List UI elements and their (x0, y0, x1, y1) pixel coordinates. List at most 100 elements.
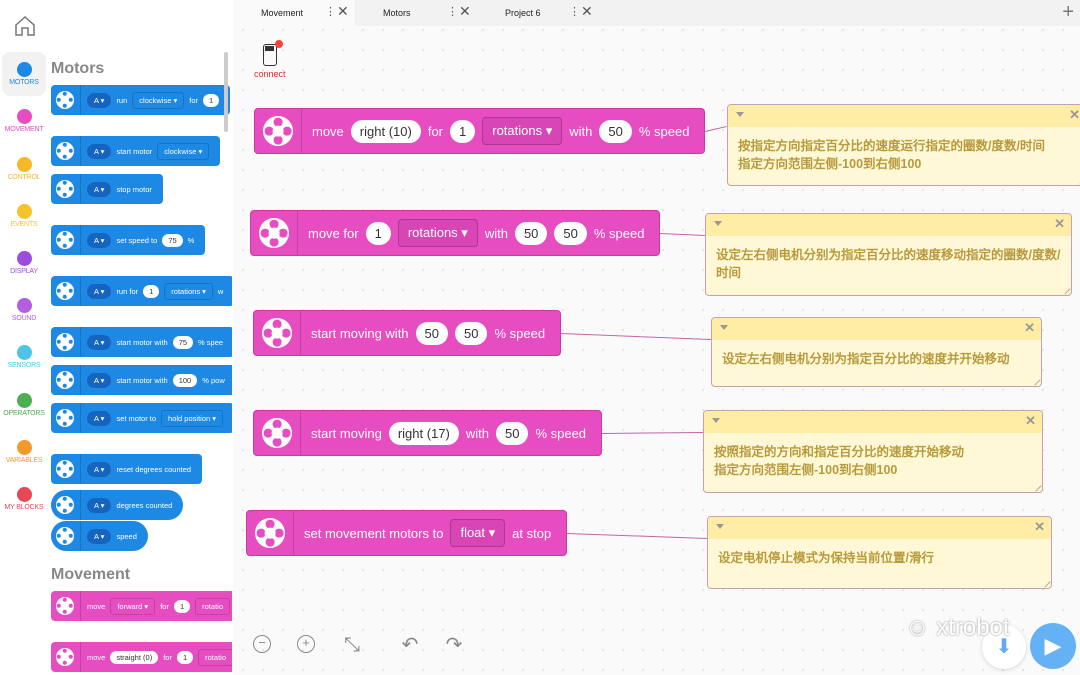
zoom-out-button[interactable]: − (252, 634, 276, 658)
value-field[interactable]: 1 (143, 284, 160, 298)
fit-button[interactable]: ⤡ (340, 634, 364, 658)
tab-project-6[interactable]: Project 6 ⋮ ✕ (477, 0, 599, 26)
tab-motors[interactable]: Motors ⋮ ✕ (355, 0, 477, 26)
dropdown-field[interactable]: rotatio (195, 597, 230, 615)
close-icon[interactable]: ✕ (581, 3, 593, 20)
close-comment-icon[interactable]: ✕ (1069, 107, 1080, 123)
palette-block-motor[interactable]: A ▾ reset degrees counted (51, 454, 203, 484)
value-field[interactable]: 50 (599, 119, 632, 143)
block-comment[interactable]: ✕ 设定左右侧电机分别为指定百分比的速度并开始移动 (711, 317, 1042, 387)
port-dropdown[interactable]: A ▾ (87, 283, 112, 299)
value-field[interactable]: 1 (176, 650, 194, 664)
value-field[interactable]: 1 (203, 93, 220, 107)
value-field[interactable]: 1 (365, 221, 391, 245)
port-dropdown[interactable]: A ▾ (87, 497, 112, 513)
add-tab-button[interactable]: + (1062, 1, 1074, 24)
collapse-comment-icon[interactable] (720, 325, 728, 330)
movement-block[interactable]: move right (10) for 1 rotations ▾ with 50 % spe… (254, 108, 706, 154)
category-events[interactable]: EVENTS (2, 194, 46, 238)
comment-text[interactable]: 按指定方向指定百分比的速度运行指定的圈数/度数/时间 指定方向范围左侧-100到… (728, 127, 1080, 183)
category-control[interactable]: CONTROL (2, 147, 46, 191)
movement-block[interactable]: move for 1 rotations ▾ with 50 50 % speed (250, 210, 661, 256)
category-display[interactable]: DISPLAY (2, 241, 46, 285)
palette-block-reporter[interactable]: A ▾ speed (51, 521, 148, 551)
value-field[interactable]: straight (0) (110, 650, 159, 664)
dropdown-field[interactable]: float ▾ (450, 519, 506, 547)
connect-button[interactable]: connect (254, 40, 286, 79)
value-field[interactable]: 75 (162, 233, 183, 247)
close-comment-icon[interactable]: ✕ (1054, 216, 1065, 232)
port-dropdown[interactable]: A ▾ (87, 181, 112, 197)
palette-block-motor[interactable]: A ▾ run for 1 rotations ▾ w (51, 276, 232, 306)
palette-block-reporter[interactable]: A ▾ degrees counted (51, 490, 184, 520)
port-dropdown[interactable]: A ▾ (87, 372, 112, 388)
palette-block-motor[interactable]: A ▾ start motor with 100 % pow (51, 365, 232, 395)
category-variables[interactable]: VARIABLES (2, 430, 46, 474)
palette-block-motor[interactable]: A ▾ start motor clockwise ▾ (51, 136, 221, 166)
comment-text[interactable]: 设定电机停止模式为保持当前位置/滑行 (708, 539, 1051, 577)
port-dropdown[interactable]: A ▾ (87, 143, 112, 159)
port-dropdown[interactable]: A ▾ (87, 410, 112, 426)
movement-block[interactable]: start moving with 50 50 % speed (253, 310, 562, 356)
category-my-blocks[interactable]: MY BLOCKS (2, 477, 46, 521)
dropdown-field[interactable]: rotations ▾ (164, 282, 213, 300)
collapse-comment-icon[interactable] (712, 418, 720, 423)
palette-block-motor[interactable]: A ▾ set motor to hold position ▾ (51, 403, 232, 433)
block-comment[interactable]: ✕ 按照指定的方向和指定百分比的速度开始移动 指定方向范围左侧-100到右侧100 (703, 410, 1043, 493)
dropdown-field[interactable]: rotations ▾ (482, 117, 563, 145)
collapse-comment-icon[interactable] (716, 524, 724, 529)
comment-text[interactable]: 设定左右侧电机分别为指定百分比的速度移动指定的圈数/度数/时间 (706, 236, 1071, 292)
port-dropdown[interactable]: A ▾ (87, 528, 112, 544)
port-dropdown[interactable]: A ▾ (87, 92, 112, 108)
zoom-in-button[interactable]: + (296, 634, 320, 658)
value-field[interactable]: 50 (455, 321, 488, 345)
close-icon[interactable]: ✕ (337, 3, 349, 20)
dropdown-field[interactable]: clockwise ▾ (157, 142, 210, 160)
palette-block-motor[interactable]: A ▾ stop motor (51, 174, 163, 204)
value-field[interactable]: 50 (415, 321, 449, 345)
value-field[interactable]: 50 (554, 221, 587, 245)
category-sound[interactable]: SOUND (2, 288, 46, 332)
block-comment[interactable]: ✕ 设定电机停止模式为保持当前位置/滑行 (707, 516, 1052, 589)
redo-button[interactable]: ↷ (442, 634, 466, 658)
palette-block-motor[interactable]: A ▾ start motor with 75 % spee (51, 327, 232, 357)
collapse-comment-icon[interactable] (736, 112, 744, 117)
tab-menu-icon[interactable]: ⋮ (569, 5, 580, 18)
category-movement[interactable]: MOVEMENT (2, 99, 46, 143)
home-icon[interactable] (13, 14, 37, 38)
category-motors[interactable]: MOTORS (2, 52, 46, 96)
tab-menu-icon[interactable]: ⋮ (325, 5, 336, 18)
close-icon[interactable]: ✕ (459, 3, 471, 20)
port-dropdown[interactable]: A ▾ (87, 461, 112, 477)
port-dropdown[interactable]: A ▾ (87, 334, 112, 350)
value-field[interactable]: right (10) (350, 119, 421, 143)
comment-text[interactable]: 设定左右侧电机分别为指定百分比的速度并开始移动 (712, 340, 1041, 378)
palette-block-motor[interactable]: A ▾ set speed to 75% (51, 225, 206, 255)
value-field[interactable]: 100 (172, 373, 198, 387)
tab-movement[interactable]: Movement ⋮ ✕ (233, 0, 355, 26)
dropdown-field[interactable]: clockwise ▾ (132, 91, 185, 109)
palette-block-motor[interactable]: A ▾ run clockwise ▾ for 1 (51, 85, 231, 115)
palette-scrollbar[interactable] (224, 52, 228, 132)
block-comment[interactable]: ✕ 设定左右侧电机分别为指定百分比的速度移动指定的圈数/度数/时间 (705, 213, 1072, 296)
collapse-comment-icon[interactable] (714, 221, 722, 226)
movement-block[interactable]: start moving right (17) with 50 % speed (253, 410, 603, 456)
dropdown-field[interactable]: rotatio (198, 648, 232, 666)
close-comment-icon[interactable]: ✕ (1024, 320, 1035, 336)
value-field[interactable]: 1 (173, 599, 191, 613)
value-field[interactable]: right (17) (388, 421, 459, 445)
value-field[interactable]: 50 (514, 221, 548, 245)
dropdown-field[interactable]: rotations ▾ (397, 219, 478, 247)
tab-menu-icon[interactable]: ⋮ (447, 5, 458, 18)
value-field[interactable]: 1 (450, 119, 476, 143)
movement-block[interactable]: set movement motors to float ▾ at stop (246, 510, 568, 556)
resize-handle-icon[interactable] (1039, 576, 1051, 588)
palette-block-movement[interactable]: move forward ▾ for 1 rotatio (51, 591, 232, 621)
block-comment[interactable]: ✕ 按指定方向指定百分比的速度运行指定的圈数/度数/时间 指定方向范围左侧-100… (727, 104, 1080, 186)
category-operators[interactable]: OPERATORS (2, 383, 46, 427)
comment-text[interactable]: 按照指定的方向和指定百分比的速度开始移动 指定方向范围左侧-100到右侧100 (704, 433, 1042, 489)
dropdown-field[interactable]: hold position ▾ (161, 409, 224, 427)
value-field[interactable]: 75 (172, 335, 194, 349)
undo-button[interactable]: ↶ (398, 634, 422, 658)
palette-block-movement[interactable]: move straight (0) for 1 rotatio (51, 642, 232, 672)
